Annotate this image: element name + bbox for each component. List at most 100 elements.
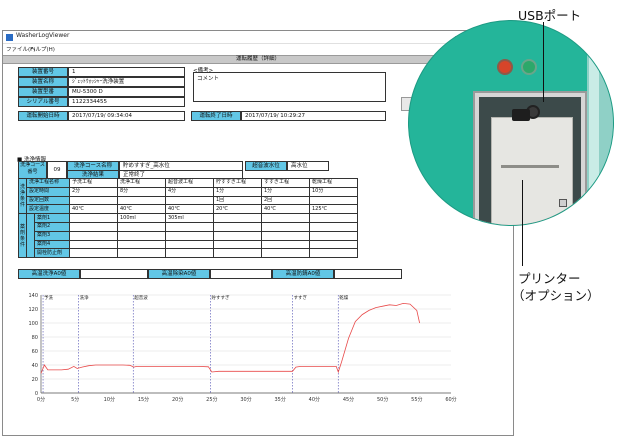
process-marker-label: 予洗 (44, 294, 53, 301)
y-tick-label: 60 (32, 349, 38, 355)
table-cell (309, 221, 358, 232)
y-tick-label: 40 (32, 363, 38, 369)
row-label: 設定時間 (26, 186, 70, 197)
x-tick-label: 10分 (104, 396, 115, 403)
device-panel-highlight (589, 21, 599, 225)
product-illustration: WasherLogViewer — □ × ファイル(F) ヘルプ(H) 運転履… (0, 0, 627, 437)
table-cell (165, 195, 214, 206)
x-tick-label: 25分 (206, 396, 217, 403)
table-cell (261, 248, 310, 259)
y-tick-label: 140 (28, 293, 38, 299)
table-cell (69, 213, 118, 223)
table-cell (261, 230, 310, 241)
table-header-cell: 洗浄工程 (117, 178, 166, 188)
x-tick-label: 20分 (172, 396, 183, 403)
row-label: 薬剤1 (34, 213, 70, 223)
x-tick-label: 45分 (343, 396, 354, 403)
table-cell (165, 239, 214, 250)
table-header-cell: 洗浄工程名称 (26, 178, 70, 188)
table-header-cell: 超音波工程 (165, 178, 214, 188)
end-label: 運転終了日時 (191, 111, 241, 121)
table-row: 薬剤4 (19, 239, 358, 250)
table-row: 薬剤3 (19, 230, 358, 241)
table-row: 薬剤条件 薬剤1 100ml 305ml (18, 213, 358, 259)
chemical-conditions-side-label: 薬剤条件 (18, 213, 27, 259)
table-cell: 1回 (213, 195, 262, 206)
table-cell: 40℃ (261, 204, 310, 215)
table-cell (309, 239, 358, 250)
menu-help[interactable]: ヘルプ(H) (30, 45, 55, 53)
usb-port-callout: USBポート (518, 8, 582, 23)
table-cell (309, 195, 358, 206)
row-label: 薬剤3 (34, 230, 70, 241)
table-cell: 1分 (261, 186, 310, 197)
temperature-chart-svg: 0204060801001201400分 5分 10分 15分 20分 25分 30分 35分… (28, 293, 456, 403)
printer-paper-slot (501, 165, 559, 168)
window-title: WasherLogViewer (16, 32, 70, 39)
table-header-cell: 予洗工程 (69, 178, 118, 188)
table-cell (69, 248, 118, 259)
table-cell: 1分 (213, 186, 262, 197)
y-tick-label: 20 (32, 377, 38, 383)
process-marker-label: すすぎ (293, 294, 307, 301)
row-label: 設定温度 (26, 204, 70, 215)
table-cell (213, 213, 262, 223)
table-cell (261, 239, 310, 250)
table-cell (309, 230, 358, 241)
process-marker-label: 貯すすぎ (211, 294, 229, 301)
x-tick-label: 55分 (411, 396, 422, 403)
chemical-subside-label (26, 213, 35, 259)
table-cell (213, 230, 262, 241)
y-tick-label: 80 (32, 335, 38, 341)
table-cell (69, 221, 118, 232)
table-cell (117, 230, 166, 241)
a0-wash-label: 高温洗浄A0値 (18, 269, 80, 279)
table-cell: 100ml (117, 213, 166, 223)
table-cell (165, 221, 214, 232)
x-tick-label: 50分 (377, 396, 388, 403)
table-cell (213, 248, 262, 259)
end-value: 2017/07/19/ 10:29:27 (241, 111, 386, 121)
course-no-label: 洗浄コース 番号 (18, 161, 47, 179)
model-value: MU-5300 D (68, 87, 185, 97)
x-tick-label: 15分 (138, 396, 149, 403)
table-cell (117, 195, 166, 206)
wash-conditions-table: 洗浄条件 洗浄工程名称 予洗工程 洗浄工程 超音波工程 貯すすぎ工程 すすぎ工程… (18, 177, 358, 259)
serial-value: 1122334455 (68, 97, 185, 107)
row-label: 薬剤4 (34, 239, 70, 250)
table-cell: 305ml (165, 213, 214, 223)
row-label: 設定回数 (26, 195, 70, 206)
table-cell: 2分 (69, 186, 118, 197)
course-no-value: 09 (47, 161, 67, 179)
remarks-input[interactable]: コメント (193, 72, 386, 102)
table-row: 薬剤2 (19, 221, 358, 232)
table-row: 設定回数 1回 2回 (19, 195, 358, 206)
start-value: 2017/07/19/ 09:34:04 (68, 111, 185, 121)
table-header-cell: 貯すすぎ工程 (213, 178, 262, 188)
printer-icon (491, 117, 573, 225)
y-tick-label: 120 (28, 307, 38, 313)
temperature-series-line (40, 302, 420, 374)
process-marker-label: 乾燥 (339, 294, 348, 301)
table-cell: 20℃ (213, 204, 262, 215)
x-tick-label: 40分 (309, 396, 320, 403)
table-cell: 8分 (117, 186, 166, 197)
printer-option-callout: （オプション） (512, 288, 600, 303)
device-zoom-circle (408, 20, 614, 226)
course-no-label-line2: 番号 (27, 169, 38, 175)
a0-decon-value (210, 269, 272, 279)
a0-rust-label: 高温防錆A0値 (272, 269, 334, 279)
usb-leader-line (543, 22, 544, 102)
table-cell (309, 213, 358, 223)
green-lamp-icon (521, 59, 537, 75)
temperature-chart: 0 20 40 60 80 100 120 140 0分 5分 10分 15分 20分 25分 30分 35分… (19, 289, 459, 407)
table-header-cell: 乾燥工程 (309, 178, 358, 188)
table-cell: 10分 (309, 186, 358, 197)
app-icon (6, 34, 13, 41)
table-cell (117, 248, 166, 259)
x-tick-label: 30分 (240, 396, 251, 403)
table-cell (261, 221, 310, 232)
process-marker-label: 超音波 (134, 294, 148, 301)
a0-decon-label: 高温除染A0値 (148, 269, 210, 279)
device-name-value: ｼﾞｪｯﾄｳｫｯｼｬｰ洗浄装置 (68, 77, 185, 87)
